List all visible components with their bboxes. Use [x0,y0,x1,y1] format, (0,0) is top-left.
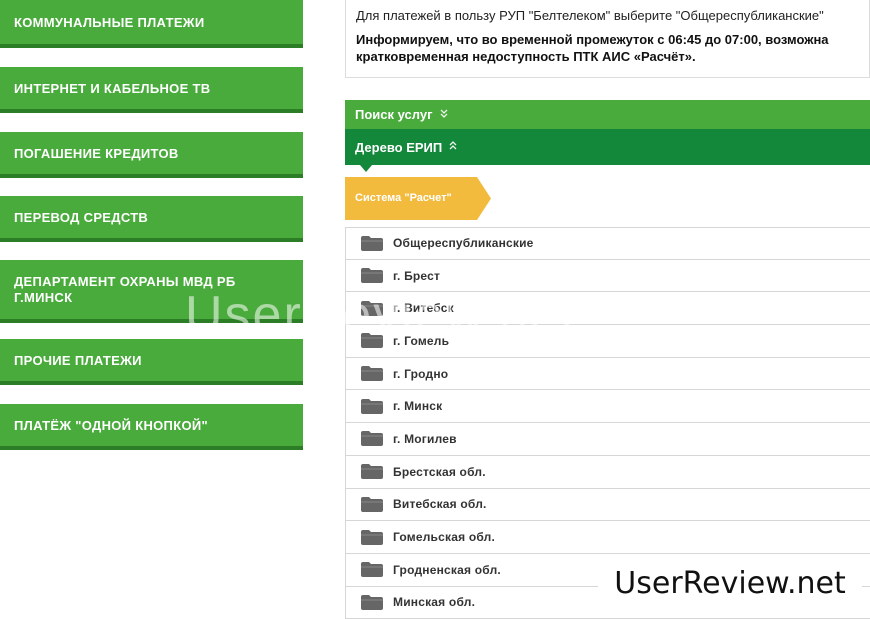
tree-item-label: Брестская обл. [393,464,486,479]
menu-item-label: ПРОЧИЕ ПЛАТЕЖИ [14,352,142,368]
search-services-label: Поиск услуг [355,107,433,122]
folder-icon [361,333,383,349]
tree-item-brest[interactable]: г. Брест [346,260,870,293]
erip-tree-toggle[interactable]: Дерево ЕРИП [345,129,870,165]
menu-security-dept-button[interactable]: ДЕПАРТАМЕНТ ОХРАНЫ МВД РБ Г.МИНСК [0,260,303,323]
notice-text: Для платежей в пользу РУП "Белтелеком" в… [356,8,824,23]
erip-tree-label: Дерево ЕРИП [355,139,443,155]
tree-item-nationwide[interactable]: Общереспубликанские [346,227,870,260]
menu-one-click-button[interactable]: ПЛАТЁЖ "ОДНОЙ КНОПКОЙ" [0,404,303,450]
folder-icon [361,529,383,545]
watermark-badge: UserReview.net [598,556,862,610]
folder-icon [361,464,383,480]
chevron-double-down-icon [440,109,448,121]
notice-important-line: кратковременная недоступность ПТК АИС «Р… [356,49,696,64]
notice-important-line: Информируем, что во временной промежуток… [356,32,829,47]
tree-item-label: Гродненская обл. [393,562,501,577]
notice-important: Информируем, что во временной промежуток… [356,31,869,65]
tree-item-gomel[interactable]: г. Гомель [346,325,870,358]
folder-icon [361,496,383,512]
menu-item-label: ДЕПАРТАМЕНТ ОХРАНЫ МВД РБ Г.МИНСК [14,273,236,305]
menu-internet-tv-button[interactable]: ИНТЕРНЕТ И КАБЕЛЬНОЕ ТВ [0,67,303,113]
menu-item-label: КОММУНАЛЬНЫЕ ПЛАТЕЖИ [14,14,205,30]
tree-item-gomel-region[interactable]: Гомельская обл. [346,521,870,554]
tree-item-label: г. Гомель [393,333,450,348]
tree-item-label: Общереспубликанские [393,236,534,251]
breadcrumb-system-raschet[interactable]: Система "Расчет" [345,177,491,220]
search-services-toggle[interactable]: Поиск услуг [345,100,870,129]
tree-item-mogilev[interactable]: г. Могилев [346,423,870,456]
folder-icon [361,300,383,316]
menu-transfers-button[interactable]: ПЕРЕВОД СРЕДСТВ [0,196,303,242]
tree-item-vitebsk-region[interactable]: Витебская обл. [346,489,870,522]
tree-item-label: г. Минск [393,399,443,414]
tree-item-label: Гомельская обл. [393,530,496,545]
chevron-double-up-icon [449,141,457,153]
tree-item-grodno[interactable]: г. Гродно [346,358,870,391]
menu-utilities-button[interactable]: КОММУНАЛЬНЫЕ ПЛАТЕЖИ [0,0,303,48]
folder-icon [361,366,383,382]
tree-item-brest-region[interactable]: Брестская обл. [346,456,870,489]
tree-item-label: г. Брест [393,268,441,283]
tree-item-label: Минская обл. [393,595,476,610]
folder-icon [361,431,383,447]
menu-item-label: ПЕРЕВОД СРЕДСТВ [14,209,149,225]
tree-item-minsk[interactable]: г. Минск [346,390,870,424]
tree-item-label: г. Гродно [393,366,449,381]
tree-item-label: г. Витебск [393,301,454,316]
folder-icon [361,235,383,251]
info-notice: Для платежей в пользу РУП "Белтелеком" в… [345,0,870,78]
menu-item-label: ИНТЕРНЕТ И КАБЕЛЬНОЕ ТВ [14,80,211,96]
tree-item-label: г. Могилев [393,431,457,446]
folder-icon [361,268,383,284]
menu-loans-button[interactable]: ПОГАШЕНИЕ КРЕДИТОВ [0,132,303,178]
menu-item-label: ПОГАШЕНИЕ КРЕДИТОВ [14,145,179,161]
tree-bar-pointer [360,165,372,172]
folder-icon [361,594,383,610]
tree-item-vitebsk[interactable]: г. Витебск [346,292,870,326]
breadcrumb-label: Система "Расчет" [355,192,452,204]
folder-icon [361,562,383,578]
menu-item-label: ПЛАТЁЖ "ОДНОЙ КНОПКОЙ" [14,417,208,433]
tree-item-label: Витебская обл. [393,497,487,512]
folder-icon [361,398,383,414]
menu-other-payments-button[interactable]: ПРОЧИЕ ПЛАТЕЖИ [0,339,303,385]
